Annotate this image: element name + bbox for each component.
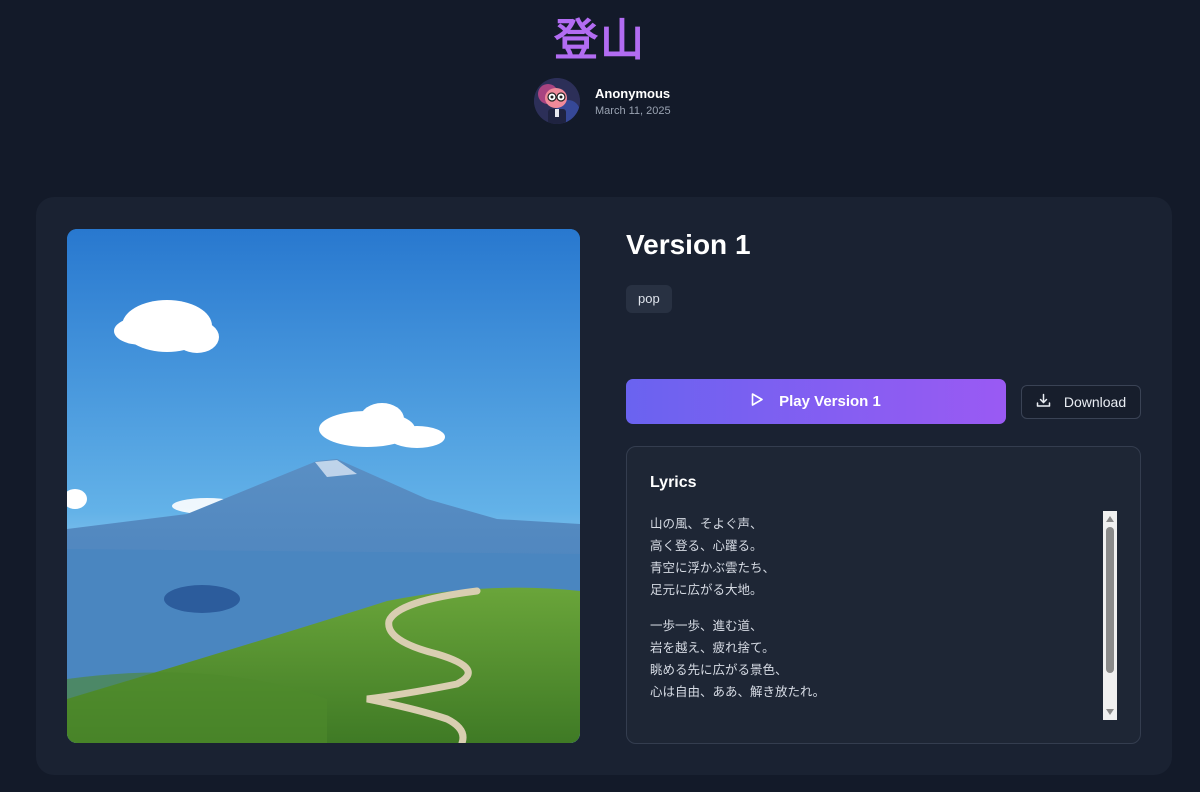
chevron-down-icon[interactable] [1103, 705, 1117, 719]
lyrics-line: 足元に広がる大地。 [650, 582, 763, 597]
cover-landscape-image [67, 229, 580, 743]
lyrics-line: 山の風、そよぐ声、 [650, 516, 763, 531]
lyrics-scrollbar[interactable] [1103, 511, 1117, 720]
lyrics-line: 高く登る、心躍る。 [650, 538, 763, 553]
version-card: Version 1 pop Play Version 1 Download Ly… [36, 197, 1172, 775]
author-name[interactable]: Anonymous [595, 86, 671, 101]
play-button-label: Play Version 1 [779, 393, 881, 410]
play-icon [751, 393, 763, 410]
lyrics-line: 眺める先に広がる景色、 [650, 662, 788, 677]
avatar-image [534, 78, 580, 124]
version-title: Version 1 [626, 229, 751, 260]
lyrics-heading: Lyrics [650, 474, 697, 491]
lyrics-text: 山の風、そよぐ声、 高く登る、心躍る。 青空に浮かぶ雲たち、 足元に広がる大地。… [650, 513, 1090, 717]
lyrics-stanza: 一歩一歩、進む道、 岩を越え、疲れ捨て。 眺める先に広がる景色、 心は自由、ああ… [650, 615, 1090, 703]
lyrics-line: 心は自由、ああ、解き放たれ。 [650, 684, 826, 699]
download-button[interactable]: Download [1021, 385, 1141, 419]
avatar[interactable] [534, 78, 580, 124]
author-meta: Anonymous March 11, 2025 [595, 86, 671, 117]
chevron-up-icon[interactable] [1103, 512, 1117, 526]
author-block: Anonymous March 11, 2025 [534, 77, 671, 125]
cover-art [67, 229, 580, 743]
download-button-label: Download [1063, 394, 1127, 410]
song-title: 登山 [554, 15, 646, 66]
lyrics-stanza: 山の風、そよぐ声、 高く登る、心躍る。 青空に浮かぶ雲たち、 足元に広がる大地。 [650, 513, 1090, 601]
lyrics-line: 青空に浮かぶ雲たち、 [650, 560, 776, 575]
genre-tag[interactable]: pop [626, 285, 672, 313]
play-version-button[interactable]: Play Version 1 [626, 379, 1006, 424]
lyrics-line: 一歩一歩、進む道、 [650, 618, 763, 633]
download-icon [1036, 393, 1051, 411]
lyrics-panel: Lyrics 山の風、そよぐ声、 高く登る、心躍る。 青空に浮かぶ雲たち、 足元… [626, 446, 1141, 744]
publish-date: March 11, 2025 [595, 104, 671, 117]
scrollbar-thumb[interactable] [1106, 527, 1114, 673]
lyrics-line: 岩を越え、疲れ捨て。 [650, 640, 775, 655]
